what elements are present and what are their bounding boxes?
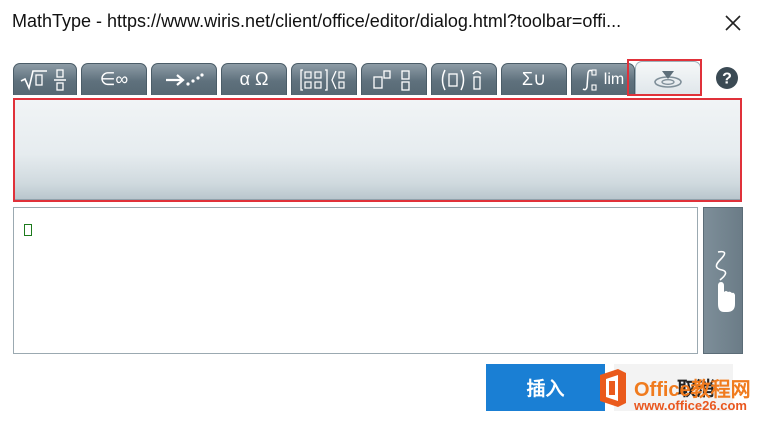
tab-general[interactable] [13,63,77,95]
matrix-icon [300,68,345,91]
placeholder-box-icon [24,224,32,236]
sum-union-icon: Σ∪ [521,69,547,89]
greek-icon: α Ω [239,69,269,89]
tab-calculus[interactable]: lim [571,63,635,95]
tab-matrices[interactable] [291,63,357,95]
insert-button[interactable]: 插入 [486,364,605,411]
contextual-icon [654,70,682,88]
tab-arrows[interactable] [151,63,217,95]
window-title: MathType - https://www.wiris.net/client/… [12,11,622,31]
toolbar-tabs: ∈∞ α Ω Σ∪ lim [13,61,743,97]
brackets-icon [441,69,482,90]
help-icon[interactable]: ? [715,66,739,90]
watermark: Office教程网 www.office26.com [592,365,757,415]
hand-write-icon [715,250,735,312]
sqrt-fraction-icon [20,68,66,91]
tab-decorations[interactable] [431,63,497,95]
arrows-icon [166,72,204,86]
close-button[interactable] [718,8,748,38]
tab-big-operators[interactable]: Σ∪ [501,63,567,95]
svg-text:?: ? [722,71,732,88]
lim-label: lim [603,70,625,88]
tab-scripts[interactable] [361,63,427,95]
scripts-icon [373,69,410,91]
watermark-url: www.office26.com [634,398,747,413]
close-icon [725,15,741,31]
formula-editor-area[interactable] [13,207,698,354]
integral-icon [582,68,597,91]
toolbar-panel [14,98,741,200]
handwriting-toggle[interactable] [703,207,743,354]
title-bar: MathType - https://www.wiris.net/client/… [0,0,757,46]
tab-symbols[interactable]: ∈∞ [81,63,147,95]
office-logo-icon [600,369,626,407]
tab-greek[interactable]: α Ω [221,63,287,95]
symbols-icon: ∈∞ [99,69,129,89]
tab-contextual[interactable] [635,61,701,95]
